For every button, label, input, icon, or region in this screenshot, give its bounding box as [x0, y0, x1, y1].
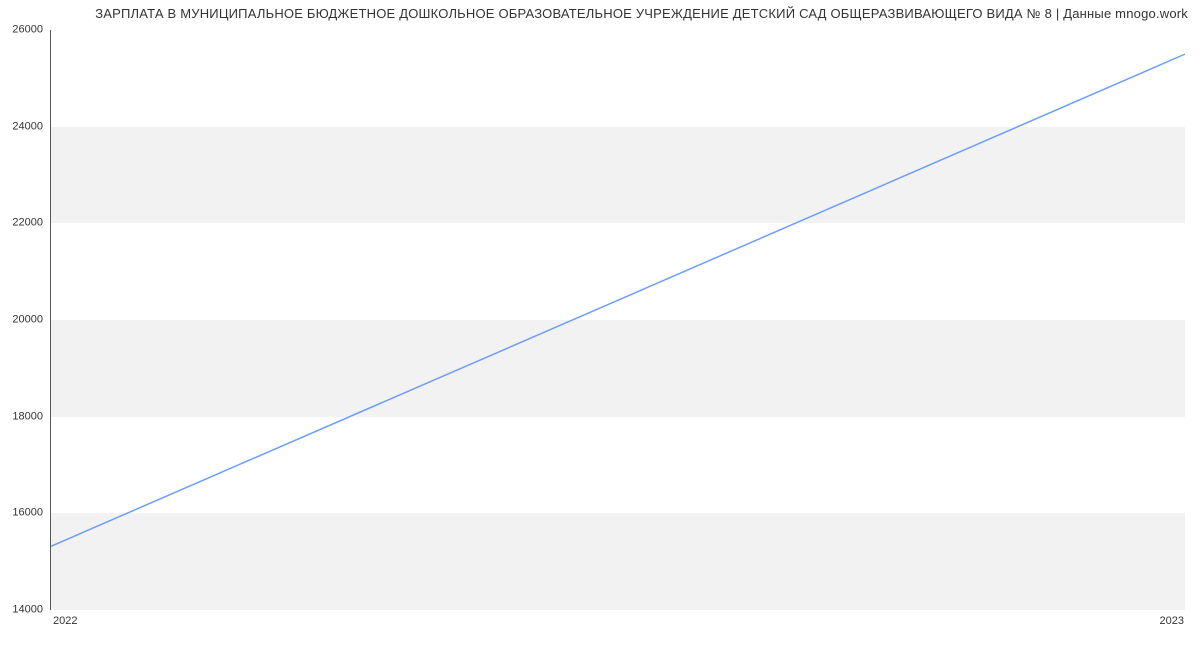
- chart-title: ЗАРПЛАТА В МУНИЦИПАЛЬНОЕ БЮДЖЕТНОЕ ДОШКО…: [95, 6, 1188, 21]
- chart-container: ЗАРПЛАТА В МУНИЦИПАЛЬНОЕ БЮДЖЕТНОЕ ДОШКО…: [0, 0, 1200, 650]
- y-tick-label: 26000: [1, 25, 43, 36]
- plot-area: 1400016000180002000022000240002600020222…: [50, 30, 1185, 610]
- x-tick-label: 2022: [53, 616, 77, 627]
- y-tick-label: 22000: [1, 218, 43, 229]
- x-tick-label: 2023: [1160, 616, 1184, 627]
- y-tick-label: 14000: [1, 605, 43, 616]
- line-series: [51, 30, 1185, 609]
- y-tick-label: 16000: [1, 508, 43, 519]
- y-tick-label: 24000: [1, 121, 43, 132]
- y-tick-label: 18000: [1, 411, 43, 422]
- series-line: [51, 54, 1185, 546]
- y-tick-label: 20000: [1, 315, 43, 326]
